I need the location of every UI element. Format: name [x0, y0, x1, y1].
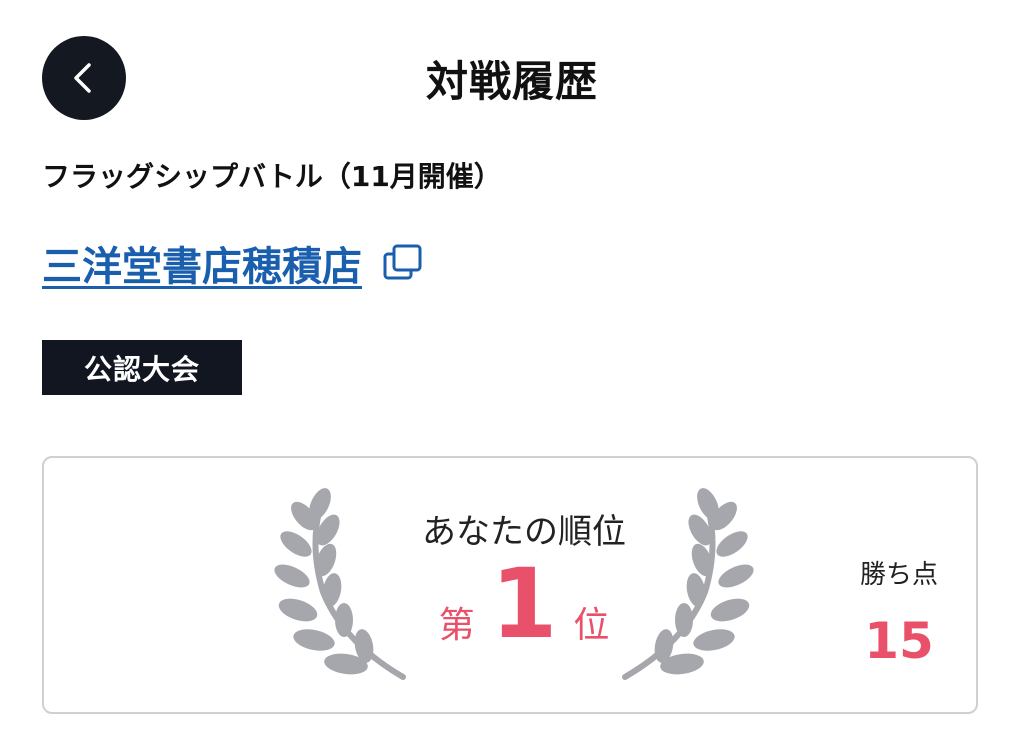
rank-label: あなたの順位 [422, 512, 626, 552]
store-link[interactable]: 三洋堂書店穂積店 [42, 234, 362, 292]
rank-card: あなたの順位 第 1 位 勝ち点 15 [42, 456, 978, 714]
official-tournament-badge: 公認大会 [42, 340, 242, 395]
page-title: 対戦履歴 [425, 57, 598, 106]
external-link-icon[interactable] [382, 242, 424, 284]
rank-value: 第 1 位 [344, 556, 704, 652]
rank-prefix: 第 [438, 605, 475, 646]
points-value: 15 [864, 612, 934, 670]
event-name: フラッグシップバトル（11月開催） [42, 160, 502, 193]
battle-history-page: 対戦履歴 フラッグシップバトル（11月開催） 三洋堂書店穂積店 公認大会 あなた… [0, 0, 1024, 737]
points-label: 勝ち点 [859, 560, 938, 590]
rank-number: 1 [490, 548, 558, 660]
rank-suffix: 位 [573, 605, 610, 646]
store-row: 三洋堂書店穂積店 [42, 234, 424, 292]
